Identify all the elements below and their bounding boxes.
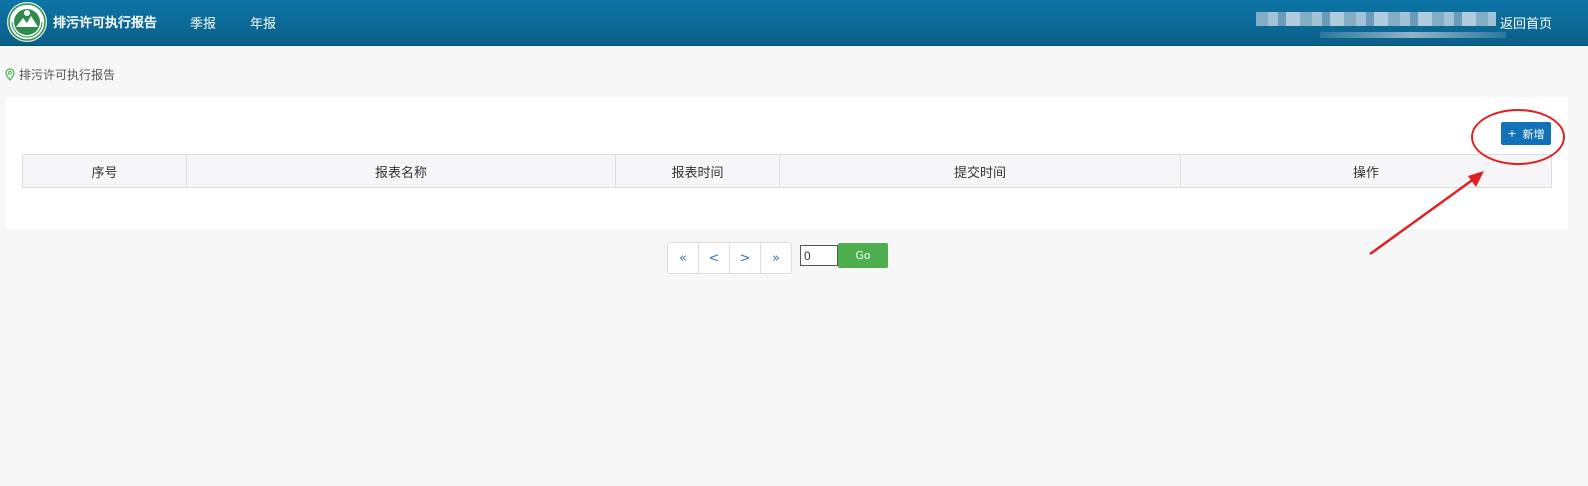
breadcrumb-text: 排污许可执行报告 bbox=[19, 68, 116, 82]
column-header-report-time: 报表时间 bbox=[615, 154, 780, 188]
breadcrumb: 排污许可执行报告 bbox=[5, 66, 115, 83]
last-page-button[interactable]: » bbox=[761, 243, 791, 273]
column-header-submit-time: 提交时间 bbox=[779, 154, 1181, 188]
first-page-button[interactable]: « bbox=[668, 243, 699, 273]
environment-protection-emblem-icon bbox=[7, 2, 47, 42]
table-header-row: 序号 报表名称 报表时间 提交时间 操作 bbox=[22, 154, 1552, 188]
app-title: 排污许可执行报告 bbox=[53, 16, 158, 31]
annotation-arrow bbox=[1369, 171, 1484, 256]
page-number-input[interactable] bbox=[800, 245, 838, 266]
column-header-report-name: 报表名称 bbox=[186, 154, 616, 188]
next-page-button[interactable]: > bbox=[730, 243, 761, 273]
nav-quarterly-report[interactable]: 季报 bbox=[190, 13, 216, 32]
column-header-index: 序号 bbox=[22, 154, 187, 188]
pagination: « < > » bbox=[667, 242, 792, 274]
go-button[interactable]: Go bbox=[838, 243, 888, 268]
redacted-user-info bbox=[1256, 12, 1496, 26]
annotation-ellipse bbox=[1471, 109, 1565, 165]
redacted-user-info-shadow bbox=[1320, 32, 1506, 38]
prev-page-button[interactable]: < bbox=[699, 243, 730, 273]
top-navbar: 排污许可执行报告 季报 年报 返回首页 bbox=[0, 0, 1588, 46]
return-home-link[interactable]: 返回首页 bbox=[1500, 13, 1552, 32]
report-table: 序号 报表名称 报表时间 提交时间 操作 bbox=[22, 154, 1552, 188]
nav-annual-report[interactable]: 年报 bbox=[250, 13, 276, 32]
location-pin-icon bbox=[5, 68, 15, 81]
